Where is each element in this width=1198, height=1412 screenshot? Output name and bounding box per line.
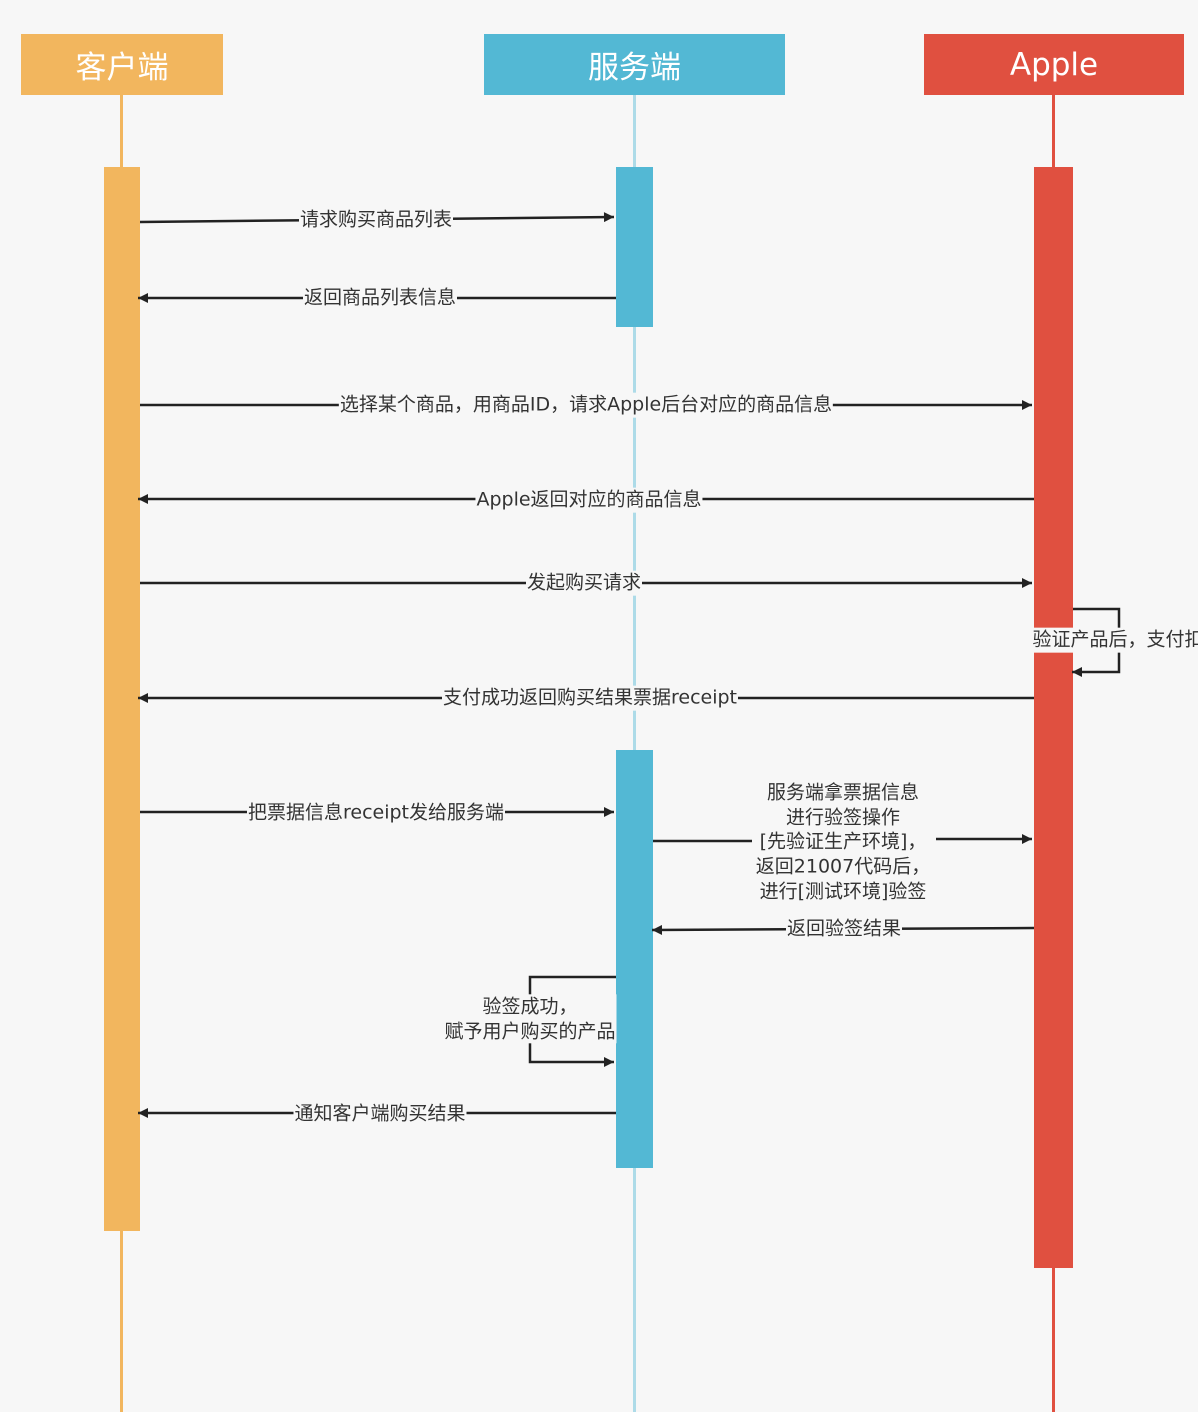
message-label-line: 赋予用户购买的产品 bbox=[444, 1020, 616, 1042]
message-label: 通知客户端购买结果 bbox=[293, 1101, 467, 1127]
message-label: 返回商品列表信息 bbox=[302, 285, 458, 311]
message-label: 请求购买商品列表 bbox=[298, 207, 454, 233]
message-label-line: 进行[测试环境]验签 bbox=[759, 880, 927, 903]
message-label: 选择某个商品，用商品ID，请求Apple后台对应的商品信息 bbox=[338, 392, 834, 418]
message-label-line: 进行验签操作 bbox=[785, 805, 901, 828]
message-label: 返回验签结果 bbox=[785, 916, 903, 942]
message-label: 验证产品后，支付扣 bbox=[1031, 627, 1198, 653]
message-label: 验签成功， 赋予用户购买的产品 bbox=[443, 994, 617, 1044]
message-label: Apple返回对应的商品信息 bbox=[475, 487, 703, 513]
message-label: 支付成功返回购买结果票据receipt bbox=[441, 685, 739, 711]
message-label-line: 返回21007代码后， bbox=[755, 855, 931, 878]
message-label-line: 服务端拿票据信息 bbox=[766, 781, 920, 804]
message-label-line: 验签成功， bbox=[482, 995, 578, 1018]
message-label-line: [先验证生产环境]， bbox=[759, 830, 927, 853]
message-label: 把票据信息receipt发给服务端 bbox=[246, 800, 506, 826]
message-label: 服务端拿票据信息 进行验签操作 [先验证生产环境]， 返回21007代码后， 进… bbox=[754, 780, 932, 904]
message-label: 发起购买请求 bbox=[525, 570, 643, 596]
